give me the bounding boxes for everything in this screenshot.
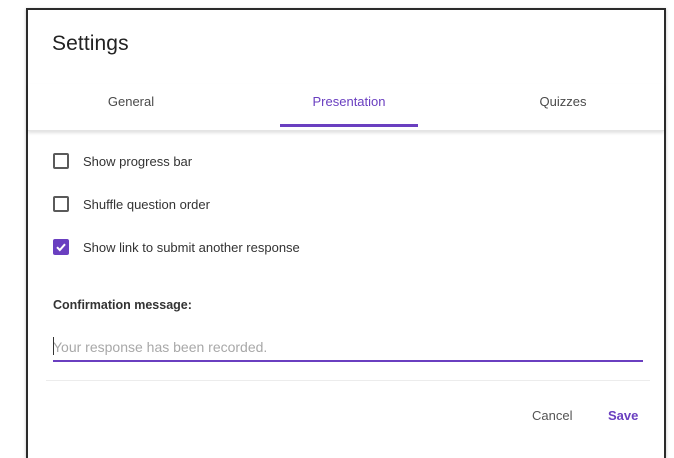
- submit-link-checkbox[interactable]: [53, 239, 69, 255]
- progress-bar-checkbox[interactable]: [53, 153, 69, 169]
- option-label: Shuffle question order: [83, 196, 210, 212]
- cancel-button[interactable]: Cancel: [532, 408, 572, 423]
- text-cursor: [53, 337, 54, 355]
- option-label: Show progress bar: [83, 153, 193, 169]
- shuffle-order-checkbox[interactable]: [53, 196, 69, 212]
- footer-divider: [46, 380, 650, 381]
- settings-dialog: Settings General Presentation Quizzes Sh…: [26, 8, 666, 458]
- option-shuffle-question-order[interactable]: Shuffle question order: [53, 193, 210, 215]
- dialog-title: Settings: [52, 32, 129, 55]
- save-button[interactable]: Save: [608, 408, 638, 423]
- option-show-submit-link[interactable]: Show link to submit another response: [53, 236, 300, 258]
- settings-tabs: General Presentation Quizzes: [28, 84, 664, 131]
- tab-general[interactable]: General: [46, 84, 216, 130]
- confirmation-message-label: Confirmation message:: [53, 298, 192, 312]
- confirmation-message-input[interactable]: [53, 334, 643, 362]
- active-tab-indicator: [280, 124, 418, 127]
- option-label: Show link to submit another response: [83, 239, 300, 255]
- tab-quizzes[interactable]: Quizzes: [478, 84, 648, 130]
- check-icon: [56, 243, 66, 252]
- option-show-progress-bar[interactable]: Show progress bar: [53, 150, 192, 172]
